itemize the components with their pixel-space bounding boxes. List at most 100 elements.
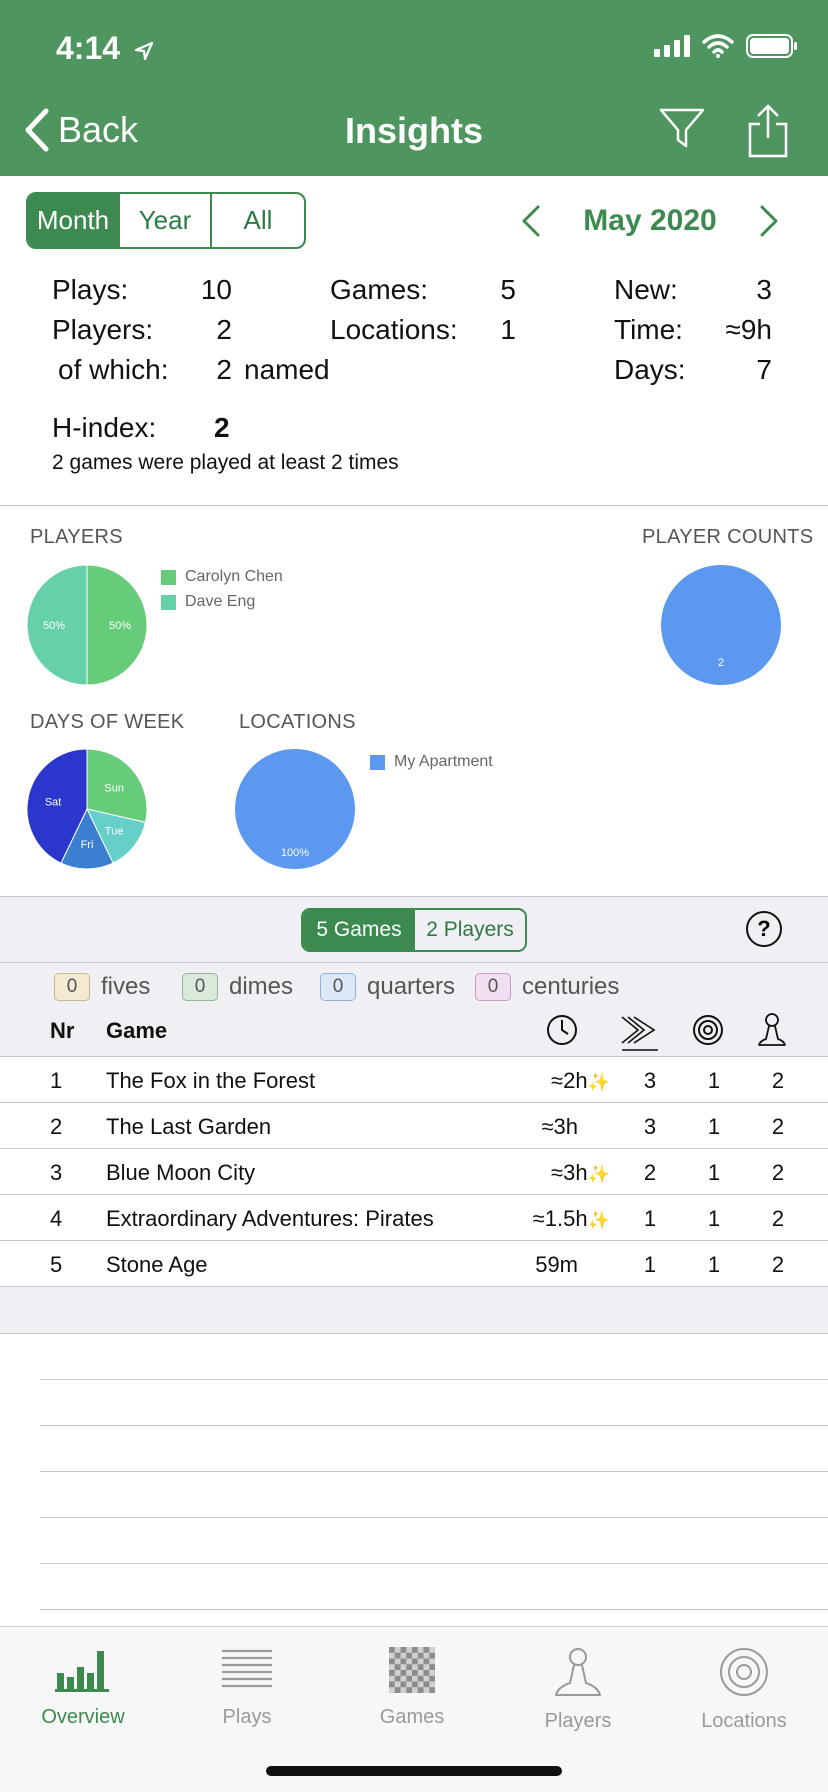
row-locations: 1 — [707, 1068, 721, 1093]
clock-icon[interactable] — [546, 1013, 578, 1047]
row-players: 2 — [771, 1252, 785, 1277]
pie-slice-label: 50% — [43, 620, 65, 632]
of-which-label: of which: — [58, 354, 169, 385]
games-label: Games: — [330, 274, 429, 305]
centuries-badge: 0 — [475, 973, 511, 1001]
plays-icon[interactable] — [620, 1013, 660, 1053]
legend-item: My Apartment — [370, 753, 493, 771]
legend-label: My Apartment — [394, 753, 493, 770]
row-plays: 1 — [643, 1252, 657, 1277]
row-time: ≈2h✨ — [500, 1068, 610, 1094]
row-nr: 2 — [50, 1114, 63, 1139]
row-plays: 1 — [643, 1206, 657, 1231]
of-which-value: 2 — [216, 354, 232, 385]
column-header-nr[interactable]: Nr — [50, 1018, 74, 1044]
table-footer — [0, 1287, 828, 1333]
players-toggle-button[interactable]: 2 Players — [415, 910, 525, 950]
table-row[interactable]: 5 Stone Age 59m 1 1 2 — [0, 1241, 828, 1287]
checkerboard-icon — [389, 1647, 435, 1693]
players-chart-title: PLAYERS — [30, 526, 123, 548]
legend-item: Dave Eng — [161, 593, 283, 611]
target-icon[interactable] — [692, 1013, 724, 1047]
sparkle-icon: ✨ — [587, 1072, 610, 1092]
tab-label: Players — [544, 1710, 612, 1732]
filter-icon[interactable] — [658, 104, 706, 152]
legend-label: Dave Eng — [185, 593, 256, 610]
new-value: 3 — [756, 274, 772, 305]
target-icon — [720, 1648, 768, 1696]
table-row[interactable]: 4 Extraordinary Adventures: Pirates ≈1.5… — [0, 1195, 828, 1241]
segment-year[interactable]: Year — [120, 194, 212, 247]
status-time-text: 4:14 — [56, 30, 121, 66]
days-value: 7 — [756, 354, 772, 385]
locations-pie-chart: 100% — [235, 749, 355, 869]
empty-row-line — [40, 1425, 828, 1426]
row-nr: 5 — [50, 1252, 63, 1277]
quarters-badge: 0 — [320, 973, 356, 1001]
row-time-text: ≈3h — [551, 1160, 588, 1185]
period-label: May 2020 — [583, 204, 717, 237]
row-time-text: ≈2h — [551, 1068, 588, 1093]
tab-games[interactable]: Games — [332, 1647, 492, 1729]
row-nr: 1 — [50, 1068, 63, 1093]
table-row[interactable]: 1 The Fox in the Forest ≈2h✨ 3 1 2 — [0, 1057, 828, 1103]
new-label: New: — [614, 274, 678, 305]
players-legend: Carolyn Chen Dave Eng — [161, 568, 283, 618]
tab-players[interactable]: Players — [498, 1647, 658, 1733]
pawn-icon[interactable] — [756, 1013, 788, 1047]
row-game: Stone Age — [106, 1252, 208, 1277]
locations-label: Locations: — [330, 314, 458, 345]
tab-locations[interactable]: Locations — [664, 1647, 824, 1733]
dimes-badge: 0 — [182, 973, 218, 1001]
locations-value: 1 — [500, 314, 516, 345]
status-icons — [654, 34, 798, 58]
legend-swatch — [161, 594, 176, 610]
hindex-label: H-index: — [52, 412, 157, 443]
fives-label: fives — [101, 973, 151, 1000]
help-button[interactable]: ? — [746, 911, 782, 947]
tab-overview[interactable]: Overview — [3, 1647, 163, 1729]
section-divider — [0, 505, 828, 506]
row-plays: 2 — [643, 1160, 657, 1185]
centuries-label: centuries — [522, 973, 620, 1000]
share-icon[interactable] — [746, 104, 790, 158]
days-label: Days: — [614, 354, 686, 385]
wifi-icon — [702, 34, 734, 58]
row-time: ≈1.5h✨ — [500, 1206, 610, 1232]
tab-label: Locations — [701, 1710, 787, 1732]
row-plays: 3 — [643, 1068, 657, 1093]
pie-slice-label: Sat — [45, 796, 62, 808]
segment-month[interactable]: Month — [28, 194, 120, 247]
row-locations: 1 — [707, 1206, 721, 1231]
row-game: The Fox in the Forest — [106, 1068, 316, 1093]
legend-item: Carolyn Chen — [161, 568, 283, 586]
row-time: 59m — [500, 1252, 610, 1278]
table-toggle: 5 Games 2 Players — [301, 908, 527, 952]
days-of-week-chart-title: DAYS OF WEEK — [30, 711, 185, 733]
hindex-note: 2 games were played at least 2 times — [52, 451, 399, 474]
quarters-label: quarters — [367, 973, 456, 1000]
list-lines-icon — [222, 1649, 272, 1688]
next-period-button[interactable] — [758, 204, 780, 238]
period-segmented-control: Month Year All — [26, 192, 306, 249]
days-of-week-pie-chart: Sun Tue Fri Sat — [26, 748, 148, 870]
fives-badge: 0 — [54, 973, 90, 1001]
table-row[interactable]: 3 Blue Moon City ≈3h✨ 2 1 2 — [0, 1149, 828, 1195]
players-value: 2 — [216, 314, 232, 345]
table-row[interactable]: 2 The Last Garden ≈3h 3 1 2 — [0, 1103, 828, 1149]
status-time: 4:14 — [56, 30, 155, 67]
player-counts-chart-title: PLAYER COUNTS — [642, 526, 814, 548]
games-toggle-button[interactable]: 5 Games — [303, 910, 415, 950]
row-game: Blue Moon City — [106, 1160, 256, 1185]
bar-chart-icon — [55, 1651, 109, 1692]
segment-all[interactable]: All — [212, 194, 304, 247]
location-arrow-icon — [134, 41, 154, 60]
time-label: Time: — [614, 314, 683, 345]
row-game: Extraordinary Adventures: Pirates — [106, 1206, 434, 1231]
column-header-game[interactable]: Game — [106, 1018, 167, 1044]
plays-label: Plays: — [52, 274, 129, 305]
hindex-value: 2 — [214, 412, 230, 443]
players-pie-chart: 50% 50% — [26, 564, 148, 686]
previous-period-button[interactable] — [520, 204, 542, 238]
tab-plays[interactable]: Plays — [167, 1647, 327, 1729]
